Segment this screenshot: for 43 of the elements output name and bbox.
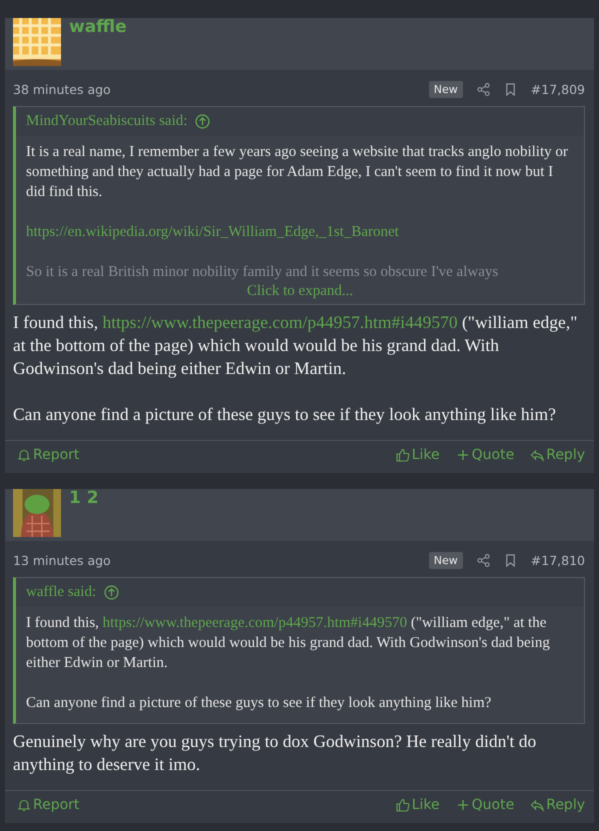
post-text: Genuinely why are you guys trying to dox Godwinson? He really didn't do anything to deserve it imo.	[13, 730, 538, 776]
expand-link[interactable]: Click to expand...	[246, 282, 354, 300]
share-icon[interactable]	[476, 554, 490, 566]
report-link[interactable]: Report	[17, 797, 80, 813]
bookmark-icon[interactable]	[504, 554, 517, 566]
report-link[interactable]: Report	[17, 447, 80, 463]
thumbs-up-icon[interactable]	[396, 798, 410, 812]
quote-author[interactable]: waffle said:	[26, 584, 96, 601]
share-icon[interactable]	[476, 82, 490, 96]
thumbs-up-icon[interactable]	[396, 448, 410, 462]
like-button[interactable]: Like	[396, 797, 440, 813]
username[interactable]: 1 2	[69, 489, 99, 507]
bell-icon[interactable]	[17, 448, 31, 462]
new-badge: New	[428, 80, 463, 98]
post-text: I found this, https://www.thepeerage.com/p44957.htm#i449570 ("william edge," at the bottom of the page) which would would be his grand dad. With Godwinson's dad being either Edwin or Martin.	[13, 311, 578, 380]
post-text: Can anyone find a picture of these guys to see if they look anything like him?	[13, 403, 557, 426]
link[interactable]: https://www.thepeerage.com/p44957.htm#i449570	[102, 615, 408, 631]
link[interactable]: https://www.thepeerage.com/p44957.htm#i449570	[102, 312, 458, 332]
quote-author[interactable]: MindYourSeabiscuits said:	[26, 113, 188, 130]
plus-icon[interactable]	[456, 798, 470, 812]
arrow-up-icon[interactable]	[104, 585, 120, 600]
reply-icon[interactable]	[530, 448, 544, 462]
like-button[interactable]: Like	[396, 447, 440, 463]
post-number[interactable]: #17,810	[530, 552, 585, 568]
quote-text: Can anyone find a picture of these guys to see if they look anything like him?	[26, 694, 492, 713]
link[interactable]: https://en.wikipedia.org/wiki/Sir_William_Edge,_1st_Baronet	[26, 224, 399, 240]
bell-icon[interactable]	[17, 798, 31, 812]
quote-button[interactable]: Quote	[456, 797, 514, 813]
plus-icon[interactable]	[456, 448, 470, 462]
new-badge: New	[428, 552, 463, 568]
arrow-up-icon[interactable]	[195, 114, 210, 129]
username[interactable]: waffle	[69, 18, 127, 36]
reply-button[interactable]: Reply	[530, 447, 585, 463]
quote-button[interactable]: Quote	[456, 447, 514, 463]
reply-icon[interactable]	[530, 798, 544, 812]
quote-text: I found this, https://www.thepeerage.com/p44957.htm#i449570 ("william edge," at the bottom of the page) which would would be his grand dad. With Godwinson's dad being either Edwin or Martin.	[26, 614, 551, 673]
bookmark-icon[interactable]	[504, 82, 517, 96]
quote-text: So it is a real British minor nobility family and it seems so obscure I've always	[26, 263, 500, 282]
quote-text: It is a real name, I remember a few years ago seeing a website that tracks anglo nobility or something and they actually had a page for Adam Edge, I can't seem to find it now but I did find this.	[26, 143, 569, 202]
reply-button[interactable]: Reply	[530, 797, 585, 813]
post-time[interactable]: 13 minutes ago	[13, 552, 429, 568]
post-time[interactable]: 38 minutes ago	[13, 82, 429, 96]
post-number[interactable]: #17,809	[530, 82, 585, 96]
